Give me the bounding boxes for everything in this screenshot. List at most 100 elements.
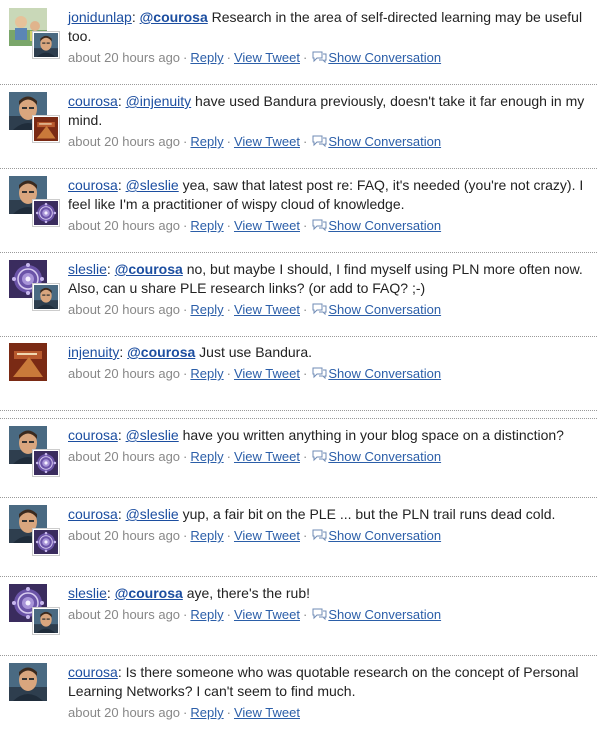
- meta-separator: ·: [183, 705, 188, 720]
- mention-link[interactable]: @sleslie: [126, 506, 179, 522]
- avatar-group: [9, 176, 59, 226]
- speech-bubble-icon: [312, 219, 327, 231]
- username-separator: :: [117, 177, 126, 193]
- view-tweet-link[interactable]: View Tweet: [234, 366, 300, 381]
- meta-separator: ·: [226, 449, 231, 464]
- view-tweet-link[interactable]: View Tweet: [234, 449, 300, 464]
- reply-link[interactable]: Reply: [190, 607, 223, 622]
- tweet-text: sleslie: @courosa no, but maybe I should…: [68, 260, 587, 298]
- mention-link[interactable]: @courosa: [127, 344, 195, 360]
- username-link[interactable]: courosa: [68, 177, 118, 193]
- tweet-text: courosa: @injenuity have used Bandura pr…: [68, 92, 587, 130]
- reply-link[interactable]: Reply: [190, 449, 223, 464]
- show-conversation-link[interactable]: Show Conversation: [328, 50, 441, 65]
- meta-separator: ·: [226, 705, 231, 720]
- show-conversation-link[interactable]: Show Conversation: [328, 607, 441, 622]
- view-tweet-link[interactable]: View Tweet: [234, 50, 300, 65]
- timestamp: about 20 hours ago: [68, 366, 181, 381]
- tweet-meta: about 20 hours ago · Reply · View Tweet · Show…: [68, 527, 587, 544]
- avatar-group: [9, 584, 59, 634]
- show-conversation-link[interactable]: Show Conversation: [328, 302, 441, 317]
- tweet-text: courosa: @sleslie yup, a fair bit on the…: [68, 505, 587, 524]
- view-tweet-link[interactable]: View Tweet: [234, 134, 300, 149]
- meta-separator: ·: [303, 50, 308, 65]
- reply-link[interactable]: Reply: [190, 528, 223, 543]
- tweet-meta: about 20 hours ago · Reply · View Tweet · Show…: [68, 133, 587, 150]
- tweet-separator: [0, 497, 597, 498]
- mention-link[interactable]: @sleslie: [126, 427, 179, 443]
- meta-separator: ·: [183, 366, 188, 381]
- view-tweet-link[interactable]: View Tweet: [234, 607, 300, 622]
- speech-bubble-icon: [312, 303, 327, 315]
- meta-separator: ·: [226, 50, 231, 65]
- tweet-content: courosa: @injenuity have used Bandura pr…: [68, 92, 587, 150]
- username-link[interactable]: jonidunlap: [68, 9, 132, 25]
- reply-link[interactable]: Reply: [190, 50, 223, 65]
- avatar-courosa[interactable]: [9, 663, 47, 701]
- username-link[interactable]: sleslie: [68, 585, 107, 601]
- avatar-group: [9, 663, 59, 713]
- tweet-separator: [0, 655, 597, 656]
- reply-link[interactable]: Reply: [190, 302, 223, 317]
- username-link[interactable]: injenuity: [68, 344, 119, 360]
- avatar-injenuity[interactable]: [9, 343, 47, 381]
- meta-separator: ·: [226, 218, 231, 233]
- view-tweet-link[interactable]: View Tweet: [234, 528, 300, 543]
- tweet-text: courosa: @sleslie have you written anyth…: [68, 426, 587, 445]
- meta-separator: ·: [226, 607, 231, 622]
- reply-link[interactable]: Reply: [190, 366, 223, 381]
- avatar-small-sleslie[interactable]: [33, 200, 59, 226]
- avatar-small-injenuity[interactable]: [33, 116, 59, 142]
- reply-link[interactable]: Reply: [190, 134, 223, 149]
- avatar-small-courosa[interactable]: [33, 608, 59, 634]
- username-separator: :: [117, 506, 126, 522]
- show-conversation-link[interactable]: Show Conversation: [328, 134, 441, 149]
- avatar-small-sleslie[interactable]: [33, 529, 59, 555]
- timestamp: about 20 hours ago: [68, 50, 181, 65]
- show-conversation-link[interactable]: Show Conversation: [328, 528, 441, 543]
- show-conversation-link[interactable]: Show Conversation: [328, 218, 441, 233]
- mention-link[interactable]: @injenuity: [126, 93, 192, 109]
- username-link[interactable]: courosa: [68, 506, 118, 522]
- show-conversation-link[interactable]: Show Conversation: [328, 449, 441, 464]
- meta-separator: ·: [303, 302, 308, 317]
- timestamp: about 20 hours ago: [68, 302, 181, 317]
- meta-separator: ·: [226, 528, 231, 543]
- mention-link[interactable]: @courosa: [115, 585, 183, 601]
- meta-separator: ·: [183, 134, 188, 149]
- meta-separator: ·: [303, 449, 308, 464]
- username-link[interactable]: courosa: [68, 427, 118, 443]
- avatar-small-sleslie[interactable]: [33, 450, 59, 476]
- meta-separator: ·: [183, 528, 188, 543]
- username-separator: :: [131, 9, 140, 25]
- timestamp: about 20 hours ago: [68, 134, 181, 149]
- meta-separator: ·: [183, 50, 188, 65]
- avatar-small-courosa[interactable]: [33, 284, 59, 310]
- tweet-body: Is there someone who was quotable resear…: [68, 664, 579, 699]
- username-link[interactable]: sleslie: [68, 261, 107, 277]
- mention-link[interactable]: @courosa: [140, 9, 208, 25]
- tweet-separator: [0, 252, 597, 253]
- username-link[interactable]: courosa: [68, 93, 118, 109]
- reply-link[interactable]: Reply: [190, 705, 223, 720]
- meta-separator: ·: [226, 302, 231, 317]
- tweet-content: courosa: @sleslie have you written anyth…: [68, 426, 587, 465]
- username-separator: :: [119, 344, 128, 360]
- view-tweet-link[interactable]: View Tweet: [234, 302, 300, 317]
- tweet-separator: [0, 84, 597, 85]
- tweet-content: sleslie: @courosa aye, there's the rub! a…: [68, 584, 587, 623]
- meta-separator: ·: [303, 366, 308, 381]
- tweet-separator: [0, 576, 597, 577]
- mention-link[interactable]: @sleslie: [126, 177, 179, 193]
- tweet-body: aye, there's the rub!: [182, 585, 311, 601]
- username-separator: :: [117, 664, 126, 680]
- tweet-content: jonidunlap: @courosa Research in the are…: [68, 8, 587, 66]
- reply-link[interactable]: Reply: [190, 218, 223, 233]
- mention-link[interactable]: @courosa: [115, 261, 183, 277]
- avatar-small-courosa[interactable]: [33, 32, 59, 58]
- timestamp: about 20 hours ago: [68, 528, 181, 543]
- show-conversation-link[interactable]: Show Conversation: [328, 366, 441, 381]
- view-tweet-link[interactable]: View Tweet: [234, 705, 300, 720]
- view-tweet-link[interactable]: View Tweet: [234, 218, 300, 233]
- username-link[interactable]: courosa: [68, 664, 118, 680]
